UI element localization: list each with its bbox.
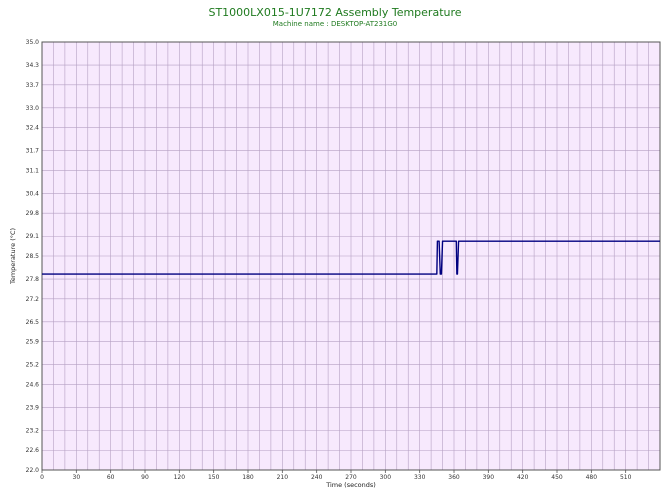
x-tick-label: 390 <box>483 474 495 481</box>
y-tick-label: 29.8 <box>26 210 40 217</box>
y-tick-label: 22.6 <box>26 447 40 454</box>
y-tick-label: 22.0 <box>26 467 40 474</box>
x-tick-label: 90 <box>141 474 149 481</box>
y-tick-label: 35.0 <box>26 39 40 46</box>
x-tick-label: 0 <box>40 474 44 481</box>
y-axis-label: Temperature (°C) <box>9 228 17 285</box>
x-axis-label: Time (seconds) <box>325 481 376 489</box>
x-tick-label: 210 <box>277 474 289 481</box>
x-tick-label: 480 <box>586 474 598 481</box>
x-tick-label: 300 <box>380 474 392 481</box>
y-tick-label: 32.4 <box>26 125 40 132</box>
x-tick-label: 510 <box>620 474 632 481</box>
y-tick-label: 27.8 <box>26 276 40 283</box>
x-tick-label: 240 <box>311 474 323 481</box>
y-tick-label: 24.6 <box>26 381 40 388</box>
y-tick-label: 34.3 <box>26 62 40 69</box>
y-tick-label: 33.0 <box>26 105 40 112</box>
x-tick-label: 360 <box>448 474 460 481</box>
y-tick-label: 30.4 <box>26 190 40 197</box>
x-tick-label: 330 <box>414 474 426 481</box>
x-tick-label: 60 <box>107 474 115 481</box>
y-tick-label: 28.5 <box>26 253 40 260</box>
y-axis-ticks: 22.0 22.6 23.2 23.9 24.6 25.2 25.9 26.5 27.2 27.8… <box>26 39 40 474</box>
x-tick-label: 450 <box>551 474 563 481</box>
x-tick-label: 180 <box>242 474 254 481</box>
y-tick-label: 26.5 <box>26 319 40 326</box>
x-tick-label: 120 <box>174 474 186 481</box>
y-tick-label: 31.7 <box>26 148 40 155</box>
y-tick-label: 33.7 <box>26 82 40 89</box>
x-tick-label: 270 <box>345 474 357 481</box>
y-tick-label: 25.9 <box>26 339 40 346</box>
y-tick-label: 29.1 <box>26 233 40 240</box>
y-tick-label: 25.2 <box>26 362 40 369</box>
y-tick-label: 31.1 <box>26 167 40 174</box>
y-tick-label: 23.9 <box>26 404 40 411</box>
y-tick-label: 23.2 <box>26 427 40 434</box>
x-tick-label: 150 <box>208 474 220 481</box>
temperature-line-chart: 0 30 60 90 120 150 180 210 240 270 300 330 360 390 420… <box>9 39 661 489</box>
y-tick-label: 27.2 <box>26 296 40 303</box>
x-axis-ticks: 0 30 60 90 120 150 180 210 240 270 300 330 360 390 420… <box>40 470 632 481</box>
x-tick-label: 420 <box>517 474 529 481</box>
x-tick-label: 30 <box>73 474 81 481</box>
